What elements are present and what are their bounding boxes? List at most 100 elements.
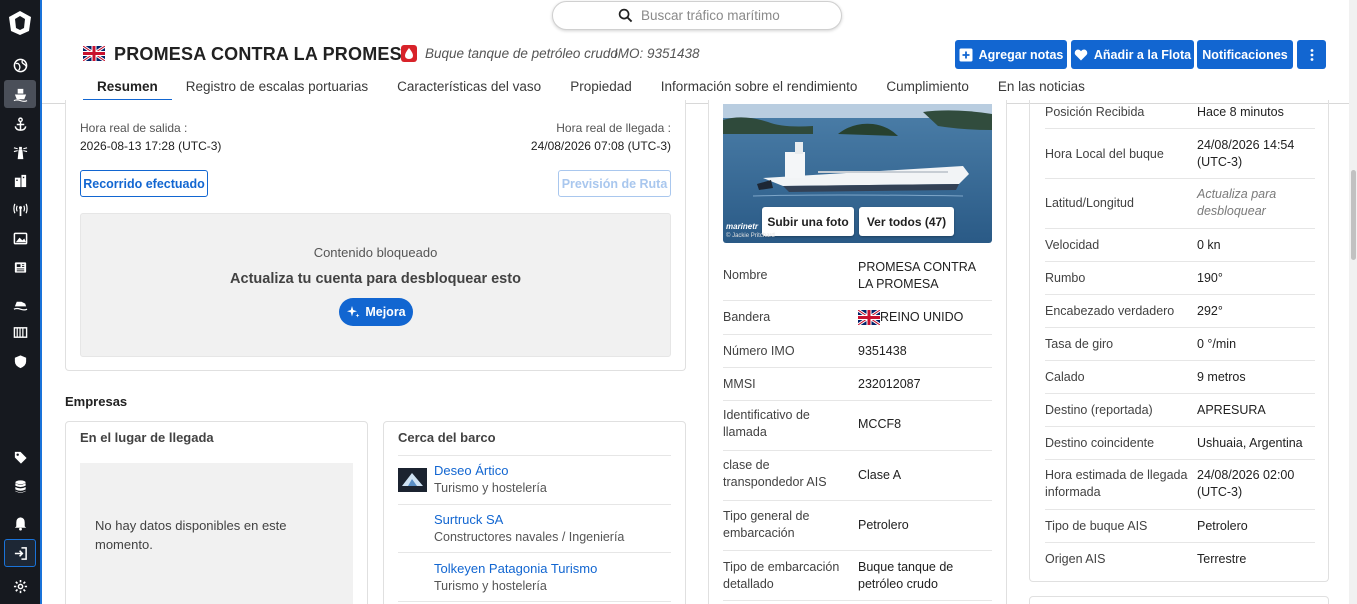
sidebar-item-globe[interactable] [4,51,36,79]
tab-bar: Resumen Registro de escalas portuarias C… [83,72,1114,102]
position-row-speed: Velocidad 0 kn [1045,229,1315,262]
detail-row-imo: Número IMO 9351438 [723,335,992,368]
photo-watermark: marinetr [726,222,759,231]
vessel-type: Buque tanque de petróleo crudo [425,46,618,61]
company-category: Turismo y hostelería [434,481,547,495]
anchor-icon [14,116,26,131]
sidebar-item-settings[interactable] [4,572,36,600]
position-row-ais-type: Tipo de buque AIS Petrolero [1045,510,1315,543]
add-notes-button[interactable]: Agregar notas [955,40,1067,69]
buildings-icon [14,174,26,187]
sidebar-item-lighthouse[interactable] [4,138,36,166]
company-name[interactable]: Deseo Ártico [434,463,674,478]
tab-ownership[interactable]: Propiedad [570,72,632,102]
position-value: 0 °/min [1197,337,1237,351]
view-all-photos-button[interactable]: Ver todos (47) [859,207,954,236]
sidebar-item-buildings[interactable] [4,166,36,194]
position-row-destination: Destino (reportada) APRESURA [1045,394,1315,427]
sidebar-item-security[interactable] [4,347,36,375]
tab-news[interactable]: En las noticias [998,72,1085,102]
upgrade-button[interactable]: Mejora [339,298,413,326]
detail-value: Buque tanque de petróleo crudo [858,560,954,591]
detail-row-ais-class: clase de transpondedor AIS Clase A [723,451,992,501]
locked-title: Contenido bloqueado [313,245,438,260]
company-logo-icon [398,468,427,492]
position-value-locked[interactable]: Actualiza para desbloquear [1197,186,1317,220]
position-label: Posición Recibida [1045,105,1145,119]
company-name[interactable]: Tolkeyen Patagonia Turismo [434,561,674,576]
vessel-name: PROMESA CONTRA LA PROMESA [114,44,416,64]
list-item[interactable]: Deseo Ártico Turismo y hostelería [434,463,674,495]
sidebar-item-alerts[interactable] [4,509,36,537]
detail-value: Clase A [858,468,902,482]
next-card [1029,596,1329,604]
route-taken-button[interactable]: Recorrido efectuado [80,170,208,197]
search-bar[interactable] [552,1,842,30]
sidebar-item-photos[interactable] [4,224,36,252]
scrollbar-track[interactable] [1349,0,1357,604]
arrival-companies-title: En el lugar de llegada [80,430,214,445]
list-item[interactable]: Surtruck SA Constructores navales / Inge… [434,512,674,544]
sidebar-item-login[interactable] [4,539,36,567]
tab-compliance[interactable]: Cumplimiento [886,72,969,102]
add-to-fleet-button[interactable]: Añadir a la Flota [1071,40,1194,69]
tab-port-calls[interactable]: Registro de escalas portuarias [186,72,368,102]
sidebar-item-antenna[interactable] [4,195,36,223]
position-value: 9 metros [1197,370,1246,384]
position-value: APRESURA [1197,403,1266,417]
no-data-panel: No hay datos disponibles en este momento… [80,463,353,604]
tab-vessel-characteristics[interactable]: Características del vaso [397,72,541,102]
tanker-icon [401,45,417,62]
position-row-draught: Calado 9 metros [1045,361,1315,394]
logo-icon[interactable] [7,10,33,36]
route-forecast-button[interactable]: Previsión de Ruta [558,170,671,197]
position-row-received: Posición Recibida Hace 8 minutos [1045,100,1315,129]
photo-icon [13,232,27,244]
login-icon [14,546,27,560]
notifications-button[interactable]: Notificaciones [1197,40,1293,69]
detail-label: clase de transpondedor AIS [723,458,827,489]
position-value: 24/08/2026 02:00 (UTC-3) [1197,468,1295,499]
position-value: Ushuaia, Argentina [1197,436,1303,450]
barcode-icon [13,326,27,338]
heart-icon [1074,48,1088,60]
detail-label: MMSI [723,377,756,391]
sidebar-accent [40,0,42,604]
company-name[interactable]: Surtruck SA [434,512,674,527]
position-row-heading: Encabezado verdadero 292° [1045,295,1315,328]
position-value: 0 kn [1197,238,1221,252]
position-row-ais-source: Origen AIS Terrestre [1045,543,1315,576]
locked-subtitle: Actualiza tu cuenta para desbloquear est… [230,271,521,287]
scrollbar-thumb[interactable] [1351,170,1356,260]
company-category: Constructores navales / Ingeniería [434,530,625,544]
sidebar-item-tags[interactable] [4,443,36,471]
detail-label: Tipo general de embarcación [723,509,810,540]
more-options-button[interactable] [1297,40,1326,69]
tab-performance[interactable]: Información sobre el rendimiento [661,72,858,102]
list-item[interactable]: Tolkeyen Patagonia Turismo Turismo y hos… [434,561,674,593]
detail-value: MCCF8 [858,417,902,431]
sidebar-item-ships[interactable] [4,80,36,108]
newspaper-icon [14,261,26,273]
sidebar-item-database[interactable] [4,472,36,500]
position-label: Tasa de giro [1045,337,1114,351]
detail-row-callsign: Identificativo de llamada MCCF8 [723,401,992,451]
search-input[interactable] [641,8,821,23]
tab-resumen[interactable]: Resumen [83,72,172,102]
sidebar-item-news[interactable] [4,253,36,281]
position-label: Destino (reportada) [1045,403,1153,417]
position-label: Destino coincidente [1045,436,1155,450]
position-value: Terrestre [1197,552,1247,566]
position-value: 24/08/2026 14:54 (UTC-3) [1197,138,1295,169]
sidebar-item-ship-tracker[interactable] [4,290,36,318]
photo-author: © Jackie Pritchard [726,233,775,239]
sidebar-item-terminals[interactable] [4,318,36,346]
departure-value: 2026-08-13 17:28 (UTC-3) [80,139,222,153]
globe-icon [13,58,27,72]
detail-row-name: Nombre PROMESA CONTRA LA PROMESA [723,255,992,301]
position-row-matched-destination: Destino coincidente Ushuaia, Argentina [1045,427,1315,460]
ship-icon [13,88,27,102]
sidebar-item-ports[interactable] [4,110,36,138]
position-value: 292° [1197,304,1223,318]
upload-photo-button[interactable]: Subir una foto [762,207,854,236]
